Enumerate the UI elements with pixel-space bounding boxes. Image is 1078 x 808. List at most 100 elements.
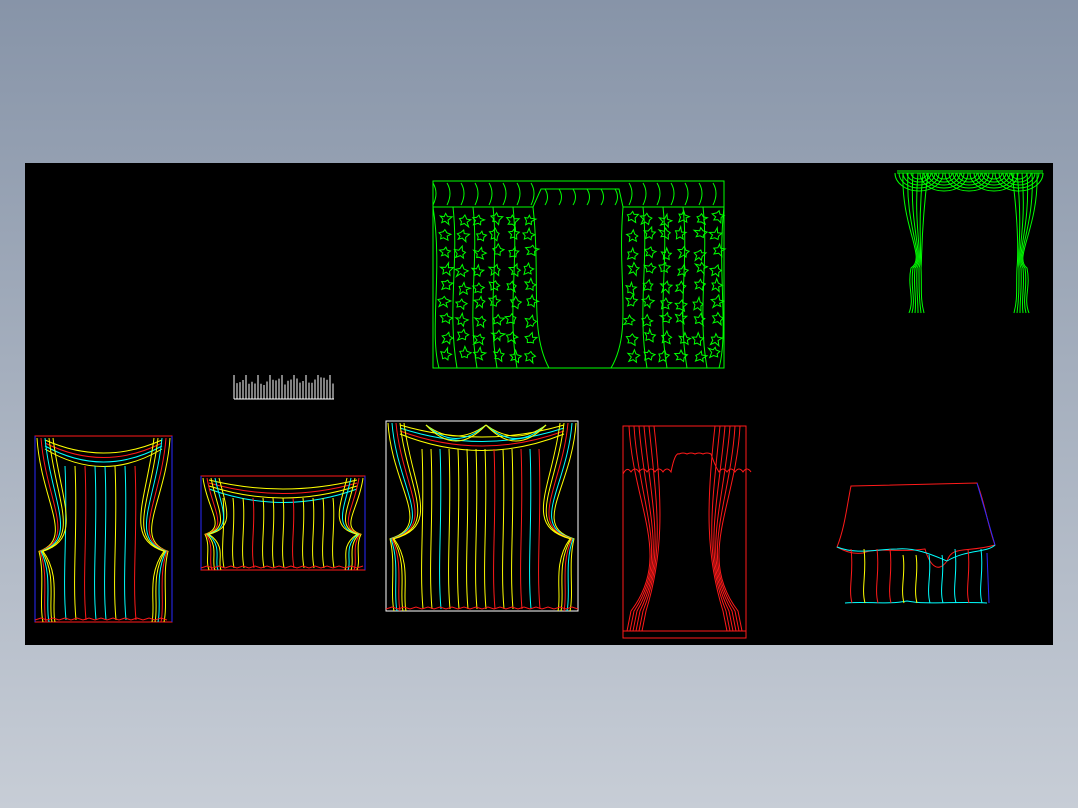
pattern-star <box>625 280 638 296</box>
pattern-star <box>508 245 520 258</box>
pattern-star <box>678 331 692 346</box>
ruffle-line <box>628 182 633 206</box>
pattern-star <box>622 314 636 326</box>
pattern-star <box>524 331 539 344</box>
table-cloth-fold <box>967 548 970 604</box>
drape-fold-line <box>322 497 325 569</box>
pattern-star <box>626 246 639 261</box>
pattern-star <box>708 263 723 278</box>
table-cloth-fold <box>889 548 892 604</box>
drape-fold-line <box>484 448 487 610</box>
pattern-star <box>472 246 488 260</box>
drape-fold-line <box>232 497 235 569</box>
drape-fold-line <box>242 497 245 569</box>
pattern-star <box>524 244 541 257</box>
pattern-star <box>475 230 488 242</box>
right-drape-fold <box>716 425 740 632</box>
red-drape-frame <box>622 425 747 639</box>
small-text-strip <box>233 375 334 400</box>
pattern-star <box>711 311 724 327</box>
ruffle-line <box>656 182 661 206</box>
drape-fold-line <box>104 465 107 621</box>
pattern-star <box>487 294 502 307</box>
drape-fold-line <box>292 497 295 569</box>
cad-drawing-canvas <box>25 163 1053 645</box>
left-side-drape <box>393 422 421 612</box>
pattern-star <box>471 282 486 294</box>
valance-swag-line <box>44 445 163 463</box>
pattern-star <box>626 261 641 277</box>
bottom-hem <box>385 606 579 610</box>
pattern-star <box>674 280 687 295</box>
red-drape-folds <box>622 425 752 632</box>
theatre-left-drapes <box>34 437 171 623</box>
valance-swag-line <box>44 442 163 458</box>
pattern-star <box>489 211 504 226</box>
theatre-large-drapes <box>385 422 579 612</box>
table-cloth-fold <box>850 548 853 604</box>
pattern-star <box>642 225 657 240</box>
pattern-star <box>658 349 671 363</box>
pattern-star <box>439 312 454 325</box>
theatre-curtain-large <box>385 420 579 612</box>
table-cloth-fold <box>902 554 905 604</box>
pattern-star <box>709 293 726 309</box>
drape-fold-line <box>64 465 67 621</box>
pattern-star <box>438 246 452 259</box>
valance-swag-line <box>399 433 565 451</box>
pattern-star <box>506 280 517 294</box>
pattern-star <box>459 344 473 359</box>
left-tail-fold <box>902 172 917 314</box>
table-cloth-blue-edge-lower <box>986 552 990 604</box>
table-cloth-fold <box>928 554 931 604</box>
drape-fold-line <box>124 465 127 621</box>
drape-fold-line <box>538 448 541 610</box>
pattern-star <box>625 333 639 347</box>
pattern-star <box>660 297 673 310</box>
pattern-star <box>696 212 709 226</box>
table-cloth-bottom-hem <box>844 600 988 604</box>
valance-swag-line <box>399 430 565 447</box>
pattern-star <box>453 244 467 260</box>
pattern-star <box>626 348 641 364</box>
drape-fold-line <box>448 448 451 610</box>
pattern-star <box>436 295 453 309</box>
drape-fold-line <box>493 448 496 610</box>
ruffle-line <box>642 182 647 206</box>
pattern-star <box>639 212 653 226</box>
drape-fold-line <box>252 497 255 569</box>
right-side-drape <box>151 437 171 623</box>
pattern-star <box>693 261 709 276</box>
pattern-star <box>492 313 506 326</box>
ruffle-line <box>516 182 521 206</box>
pattern-star <box>454 298 469 311</box>
left-side-drape <box>202 477 216 571</box>
pattern-star <box>439 346 453 361</box>
patterned-curtain-valance <box>433 188 724 208</box>
pattern-star <box>440 279 455 291</box>
pattern-star <box>456 328 470 342</box>
pattern-star <box>707 225 724 241</box>
ruffle-line <box>712 182 717 206</box>
drape-fold-line <box>439 448 442 610</box>
pattern-star <box>454 311 470 328</box>
ruffle-line <box>572 188 576 206</box>
theatre-curtain-left <box>34 435 173 623</box>
pattern-star <box>711 276 724 293</box>
pattern-star <box>509 295 523 310</box>
ruffle-line <box>488 182 493 206</box>
ruffle-line <box>684 182 689 206</box>
pattern-star <box>441 331 454 345</box>
ruffle-line <box>530 182 535 206</box>
pattern-star <box>524 314 538 329</box>
table-cloth-lines <box>836 482 996 604</box>
pattern-star <box>523 261 535 276</box>
pattern-star <box>658 311 673 324</box>
ruffle-line <box>698 182 703 206</box>
table-cloth-fold <box>980 548 983 604</box>
pattern-star <box>438 212 454 226</box>
pattern-star <box>674 310 689 325</box>
pattern-star <box>659 280 674 295</box>
cad-drawing <box>34 170 1044 639</box>
pattern-star <box>692 295 704 313</box>
